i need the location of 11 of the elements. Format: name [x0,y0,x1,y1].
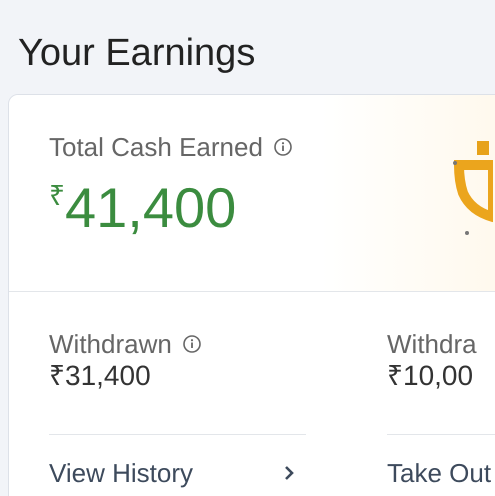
stat-label: Withdrawn [49,328,172,360]
total-label: Total Cash Earned [49,131,263,163]
stat-value: ₹31,400 [49,360,152,392]
stat-value: ₹10,00 [387,360,474,392]
action-link[interactable]: Take Out [387,457,495,489]
stat-label: Withdra [387,328,477,360]
info-icon[interactable] [272,137,293,157]
info-icon[interactable] [182,334,202,354]
total-amount: $^{₹}$41,400 [49,175,238,239]
page-title: Your Earnings [17,31,256,76]
action-link[interactable]: View History [49,457,306,489]
